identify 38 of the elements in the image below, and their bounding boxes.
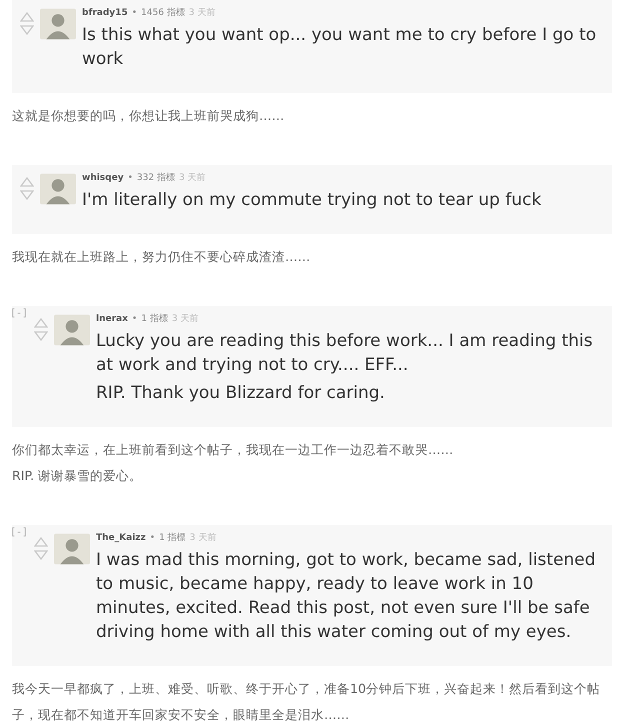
translation-text: 我现在就在上班路上，努力仍住不要心碎成渣渣…… — [12, 248, 312, 266]
points-count: 1 指標 — [159, 532, 186, 544]
comment-text: I'm literally on my commute trying not to tear up fuck — [82, 189, 542, 212]
avatar-icon — [40, 8, 76, 40]
points-count: 332 指標 — [136, 172, 175, 184]
avatar-icon — [54, 533, 90, 565]
comment-text: RIP. Thank you Blizzard for caring. — [96, 382, 386, 405]
username[interactable]: whisqey — [82, 173, 124, 183]
translation-text: 这就是你想要的吗，你想让我上班前哭成狗…… — [12, 107, 286, 125]
upvote-icon[interactable] — [34, 318, 48, 328]
comment-text: Lucky you are reading this before work... I am reading this at work and trying not to cry.... EFF... — [96, 330, 594, 377]
separator-dot: • — [128, 173, 133, 183]
username[interactable]: lnerax — [96, 314, 128, 324]
username[interactable]: The_Kaizz — [96, 533, 146, 543]
points-count: 1456 指標 — [141, 6, 185, 19]
downvote-icon[interactable] — [20, 25, 34, 35]
points-count: 1 指標 — [141, 312, 168, 325]
timestamp: 3 天前 — [178, 172, 206, 184]
separator-dot: • — [150, 533, 156, 543]
separator-dot: • — [132, 8, 138, 18]
downvote-icon[interactable] — [34, 331, 48, 341]
translation-text: 你们都太幸运，在上班前看到这个帖子，我现在一边工作一边忍着不敢哭…… — [12, 441, 454, 459]
upvote-icon[interactable] — [34, 537, 48, 547]
comment-text: I was mad this morning, got to work, became sad, listened to music, became happy, ready to leave work in 10 minutes, excited. Read this post, not even sure I'll be safe driving home with all this water coming out of my eyes. — [96, 549, 597, 644]
downvote-icon[interactable] — [34, 550, 48, 560]
upvote-icon[interactable] — [20, 12, 34, 22]
avatar-icon — [54, 314, 90, 346]
timestamp: 3 天前 — [188, 6, 216, 19]
avatar-icon — [40, 173, 76, 205]
timestamp: 3 天前 — [190, 532, 216, 544]
upvote-icon[interactable] — [20, 177, 34, 187]
comment-text: Is this what you want op... you want me to cry before I go to work — [82, 24, 598, 71]
timestamp: 3 天前 — [172, 312, 198, 325]
separator-dot: • — [132, 314, 138, 324]
translation-text: RIP. 谢谢暴雪的爱心。 — [12, 467, 144, 485]
username[interactable]: bfrady15 — [82, 8, 128, 18]
translation-text: 我今天一早都疯了，上班、难受、听歌、终于开心了，准备10分钟后下班，兴奋起来！然后看到这个帖子，现在都不知道开车回家安不安全，眼睛里全是泪水…… — [12, 680, 602, 724]
downvote-icon[interactable] — [20, 190, 34, 200]
